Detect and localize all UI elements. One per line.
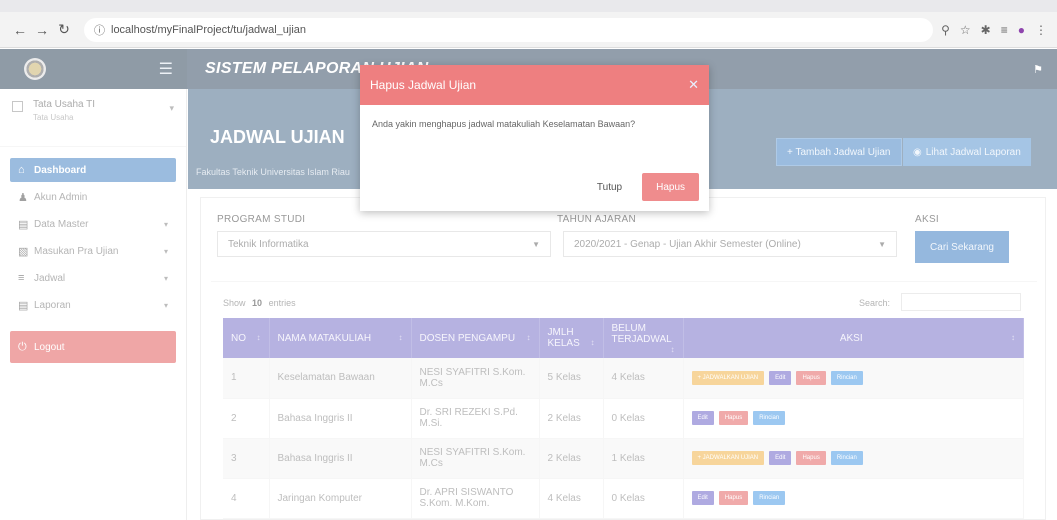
back-icon[interactable]: ← [10, 20, 30, 40]
profile-icon[interactable]: ● [1018, 23, 1025, 37]
zoom-icon[interactable]: ⚲ [941, 23, 950, 37]
info-icon[interactable]: ⓘ [94, 22, 105, 38]
url-text: localhost/myFinalProject/tu/jadwal_ujian [111, 23, 307, 36]
close-icon[interactable]: ✕ [688, 77, 699, 93]
browser-toolbar: ← → ↻ ⓘ localhost/myFinalProject/tu/jadw… [0, 12, 1057, 48]
delete-schedule-modal: Hapus Jadwal Ujian ✕ Anda yakin menghapu… [360, 65, 709, 211]
modal-footer: Tutup Hapus [589, 173, 699, 201]
star-icon[interactable]: ☆ [960, 23, 971, 37]
menu-dots-icon[interactable]: ⋮ [1035, 23, 1047, 37]
extensions-icon[interactable]: ✱ [981, 23, 991, 37]
address-bar[interactable]: ⓘ localhost/myFinalProject/tu/jadwal_uji… [84, 17, 934, 42]
modal-message: Anda yakin menghapus jadwal matakuliah K… [372, 119, 636, 129]
confirm-delete-button[interactable]: Hapus [642, 173, 699, 201]
queue-icon[interactable]: ≡ [1001, 23, 1008, 37]
modal-header: Hapus Jadwal Ujian ✕ [360, 65, 709, 105]
browser-tab-strip [0, 0, 1057, 12]
modal-title: Hapus Jadwal Ujian [370, 78, 477, 92]
reload-icon[interactable]: ↻ [54, 20, 74, 40]
close-button[interactable]: Tutup [589, 176, 630, 199]
forward-icon[interactable]: → [32, 20, 52, 40]
